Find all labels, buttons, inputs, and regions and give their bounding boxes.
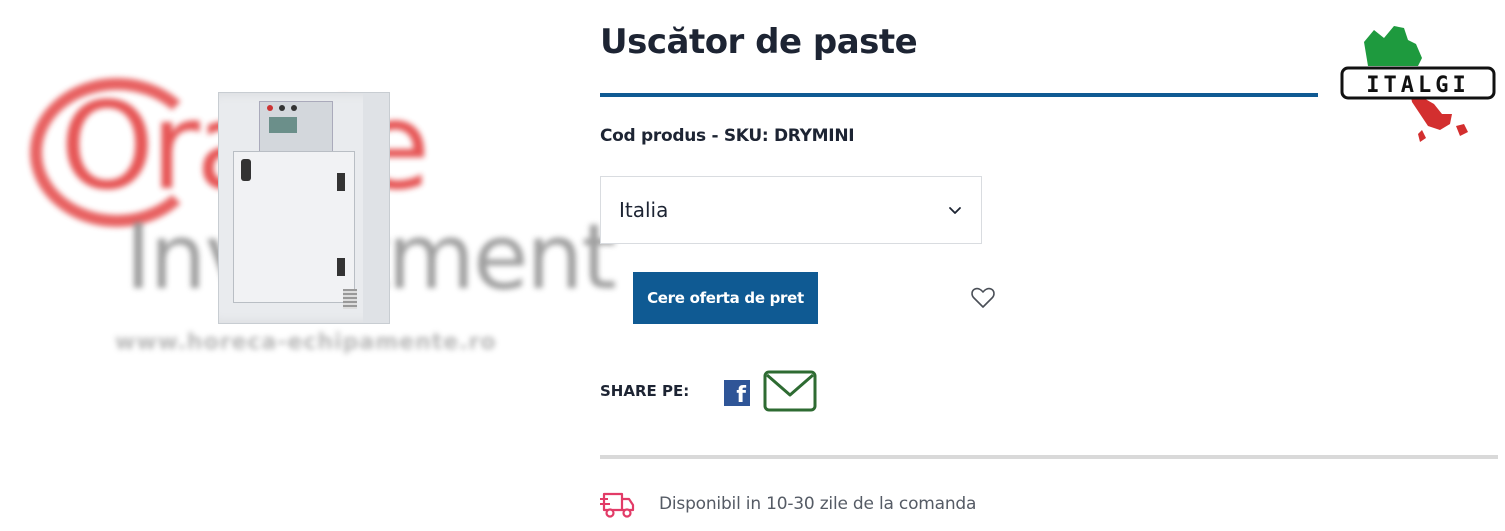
page-title: Uscător de paste: [600, 22, 918, 62]
country-select[interactable]: Italia: [600, 176, 982, 244]
product-image[interactable]: Oracle Investment www.horeca-echipamente…: [0, 0, 617, 531]
brand-logo: ITALGI: [1340, 26, 1496, 142]
facebook-icon[interactable]: f: [724, 380, 750, 408]
heart-icon[interactable]: [970, 286, 996, 310]
share-label: SHARE PE:: [600, 382, 690, 400]
truck-icon: [600, 492, 635, 518]
svg-text:ITALGI: ITALGI: [1366, 73, 1469, 98]
section-divider: [600, 455, 1498, 459]
chevron-down-icon: [949, 207, 961, 214]
availability-text: Disponibil in 10-30 zile de la comanda: [659, 494, 977, 514]
title-underline: [600, 93, 1318, 97]
country-select-value: Italia: [619, 198, 669, 222]
product-sku: Cod produs - SKU: DRYMINI: [600, 126, 855, 146]
request-quote-button[interactable]: Cere oferta de pret: [633, 272, 818, 324]
watermark-url: www.horeca-echipamente.ro: [115, 330, 497, 355]
pasta-dryer-photo: [218, 92, 390, 324]
mail-icon[interactable]: [763, 370, 817, 412]
